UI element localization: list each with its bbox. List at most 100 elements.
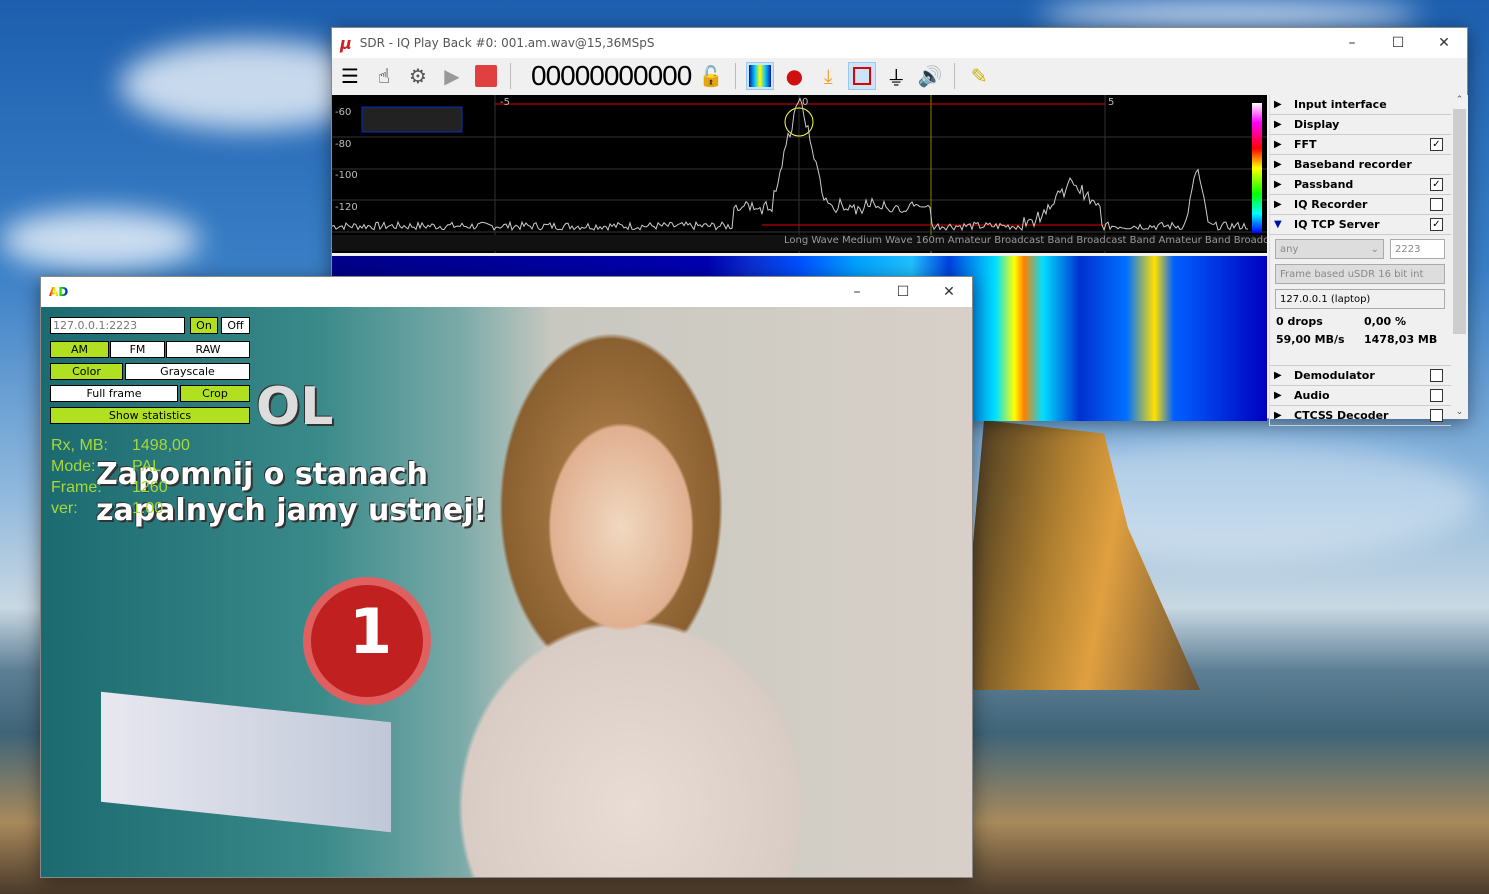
section-label: Display xyxy=(1294,118,1340,131)
crop-button[interactable]: Crop xyxy=(180,385,250,402)
collapsed-arrow-icon: ▶ xyxy=(1274,199,1282,210)
stop-icon[interactable] xyxy=(472,62,500,90)
db-label: -80 xyxy=(335,139,352,150)
on-button[interactable]: On xyxy=(190,317,218,334)
db-label: -60 xyxy=(335,107,352,118)
section-label: IQ Recorder xyxy=(1294,198,1368,211)
collapsed-arrow-icon: ▶ xyxy=(1274,179,1282,190)
section-label: Demodulator xyxy=(1294,369,1375,382)
video-window: AD – ☐ ✕ 1 OL Zapomnij o stanach zapalny… xyxy=(40,276,973,878)
maximize-button[interactable]: ☐ xyxy=(1375,28,1421,58)
show-statistics-button[interactable]: Show statistics xyxy=(50,407,250,424)
spectrum-display[interactable]: -60 -80 -100 -120 -5 0 5 xyxy=(332,95,1267,253)
stat-label: Mode: xyxy=(51,458,96,475)
panel-section-ctcss-decoder[interactable]: ▶ CTCSS Decoder xyxy=(1269,406,1451,426)
pencil-icon[interactable]: ✎ xyxy=(965,62,993,90)
section-label: FFT xyxy=(1294,138,1317,151)
panel-section-audio[interactable]: ▶ Audio xyxy=(1269,386,1451,406)
expanded-arrow-icon: ▼ xyxy=(1274,219,1282,230)
collapsed-arrow-icon: ▶ xyxy=(1274,119,1282,130)
panel-section-input-interface[interactable]: ▶ Input interface xyxy=(1269,95,1451,115)
hand-icon[interactable]: ☝ xyxy=(370,62,398,90)
collapsed-arrow-icon: ▶ xyxy=(1274,370,1282,381)
section-label: IQ TCP Server xyxy=(1294,218,1380,231)
section-checkbox[interactable]: ✓ xyxy=(1430,138,1443,151)
section-checkbox[interactable] xyxy=(1430,369,1443,382)
panel-section-demodulator[interactable]: ▶ Demodulator xyxy=(1269,366,1451,386)
download-icon[interactable]: ⤓ xyxy=(814,62,842,90)
record-icon[interactable]: ● xyxy=(780,62,808,90)
stat-value: 1.00 xyxy=(132,500,164,517)
tcp-port-input[interactable]: 2223 xyxy=(1390,239,1445,259)
video-titlebar: AD – ☐ ✕ xyxy=(41,277,972,307)
brand-text: OL xyxy=(256,377,334,437)
gear-icon[interactable]: ⚙ xyxy=(404,62,432,90)
drops-stat: 0 drops xyxy=(1276,315,1323,328)
color-button[interactable]: Color xyxy=(50,363,123,380)
freq-label: 0 xyxy=(802,97,809,108)
waterfall-icon[interactable] xyxy=(746,62,775,90)
rate-stat: 59,00 MB/s xyxy=(1276,333,1345,346)
crop-icon[interactable] xyxy=(848,62,877,90)
stat-label: ver: xyxy=(51,500,78,517)
section-checkbox[interactable]: ✓ xyxy=(1430,218,1443,231)
address-input[interactable]: 127.0.0.1:2223 xyxy=(50,317,185,334)
speaker-icon[interactable]: 🔊 xyxy=(916,62,944,90)
db-label: -120 xyxy=(335,202,358,213)
video-frame: 1 OL Zapomnij o stanach zapalnych jamy u… xyxy=(41,307,972,877)
section-checkbox[interactable] xyxy=(1430,409,1443,422)
raw-button[interactable]: RAW xyxy=(166,341,250,358)
collapsed-arrow-icon: ▶ xyxy=(1274,159,1282,170)
freq-label: -5 xyxy=(500,97,510,108)
maximize-button[interactable]: ☐ xyxy=(880,277,926,307)
fm-button[interactable]: FM xyxy=(110,341,165,358)
section-checkbox[interactable] xyxy=(1430,198,1443,211)
panel-section-passband[interactable]: ▶ Passband ✓ xyxy=(1269,175,1451,195)
collapsed-arrow-icon: ▶ xyxy=(1274,410,1282,421)
section-checkbox[interactable] xyxy=(1430,389,1443,402)
panel-section-fft[interactable]: ▶ FFT ✓ xyxy=(1269,135,1451,155)
app-logo-icon: μ xyxy=(340,33,352,53)
freq-label: 5 xyxy=(1108,97,1115,108)
stat-value: 1498,00 xyxy=(132,437,190,454)
product-package xyxy=(101,691,391,833)
stat-label: Rx, MB: xyxy=(51,437,108,454)
section-label: Input interface xyxy=(1294,98,1387,111)
collapsed-arrow-icon: ▶ xyxy=(1274,139,1282,150)
panel-section-baseband-recorder[interactable]: ▶ Baseband recorder xyxy=(1269,155,1451,175)
diode-icon[interactable]: ⏚ xyxy=(882,62,910,90)
band-plan-labels: Long Wave Medium Wave 160m Amateur Broad… xyxy=(332,235,1267,251)
section-label: CTCSS Decoder xyxy=(1294,409,1389,422)
badge-number: 1 xyxy=(349,595,393,668)
lock-icon[interactable]: 🔓 xyxy=(697,62,725,90)
panel-section-display[interactable]: ▶ Display xyxy=(1269,115,1451,135)
app-logo-icon: AD xyxy=(49,285,69,299)
close-button[interactable]: ✕ xyxy=(1421,28,1467,58)
minimize-button[interactable]: – xyxy=(1329,28,1375,58)
section-label: Baseband recorder xyxy=(1294,158,1412,171)
tcp-address-value: any xyxy=(1280,243,1299,255)
close-button[interactable]: ✕ xyxy=(926,277,972,307)
badge-logo: 1 xyxy=(303,577,431,705)
play-icon[interactable]: ▶ xyxy=(438,62,466,90)
off-button[interactable]: Off xyxy=(221,317,250,334)
full-frame-button[interactable]: Full frame xyxy=(50,385,178,402)
am-button[interactable]: AM xyxy=(50,341,109,358)
panel-scrollbar[interactable]: ⌃ ⌄ xyxy=(1451,95,1468,419)
collapsed-arrow-icon: ▶ xyxy=(1274,390,1282,401)
minimize-button[interactable]: – xyxy=(834,277,880,307)
section-label: Audio xyxy=(1294,389,1330,402)
frequency-display[interactable]: 00000000000 xyxy=(531,60,692,92)
toolbar: ☰ ☝ ⚙ ▶ 00000000000 🔓 ● ⤓ ⏚ 🔊 ✎ xyxy=(332,58,1467,94)
settings-panel: ▶ Input interface ▶ Display ▶ FFT ✓ ▶ Baseband r… xyxy=(1269,95,1451,426)
stat-label: Frame: xyxy=(51,479,102,496)
panel-section-iq-tcp-server[interactable]: ▼ IQ TCP Server ✓ xyxy=(1269,215,1451,235)
total-stat: 1478,03 MB xyxy=(1364,333,1438,346)
section-checkbox[interactable]: ✓ xyxy=(1430,178,1443,191)
grayscale-button[interactable]: Grayscale xyxy=(125,363,250,380)
tcp-format-select[interactable]: Frame based uSDR 16 bit int xyxy=(1275,264,1445,284)
window-title: SDR - IQ Play Back #0: 001.am.wav@15,36M… xyxy=(359,36,655,50)
menu-icon[interactable]: ☰ xyxy=(336,62,364,90)
tcp-address-select[interactable]: any ⌄ xyxy=(1275,239,1384,259)
panel-section-iq-recorder[interactable]: ▶ IQ Recorder xyxy=(1269,195,1451,215)
